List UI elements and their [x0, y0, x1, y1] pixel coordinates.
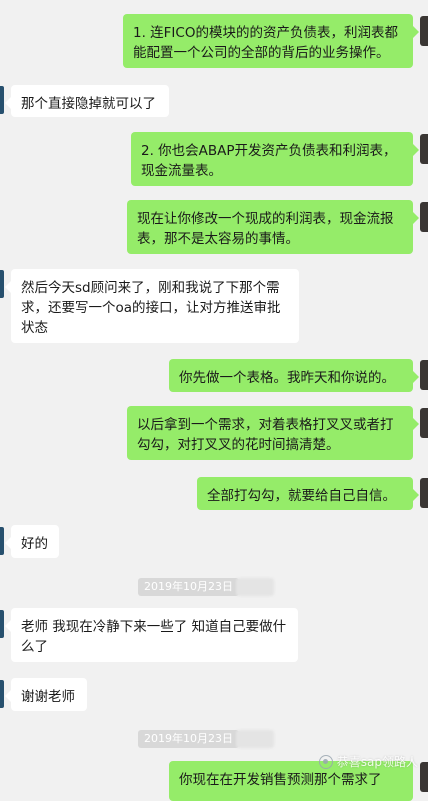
avatar[interactable] — [0, 680, 4, 708]
avatar[interactable] — [420, 478, 428, 508]
avatar[interactable] — [420, 16, 428, 46]
message-bubble-sent[interactable]: 你先做一个表格。我昨天和你说的。 — [169, 359, 419, 392]
blurred-region — [236, 730, 274, 748]
avatar[interactable] — [420, 408, 428, 438]
timestamp: 2019年10月23日 — [138, 578, 239, 596]
message-bubble-sent[interactable]: 全部打勾勾，就要给自己自信。 — [197, 477, 419, 510]
blurred-region — [236, 578, 274, 596]
watermark-label: 恭喜sap领路人 — [336, 755, 418, 769]
message-bubble-sent[interactable]: 1. 连FICO的模块的的资产负债表，利润表都能配置一个公司的全部的背后的业务操… — [123, 14, 419, 68]
avatar[interactable] — [0, 610, 4, 638]
message-bubble-received[interactable]: 然后今天sd顾问来了，刚和我说了下那个需求，还要写一个oa的接口，让对方推送审批… — [5, 269, 299, 343]
avatar[interactable] — [0, 86, 4, 114]
avatar[interactable] — [420, 202, 428, 232]
wechat-channel-icon — [318, 754, 333, 769]
message-bubble-received[interactable]: 那个直接隐掉就可以了 — [5, 85, 169, 117]
message-bubble-received[interactable]: 老师 我现在冷静下来一些了 知道自己要做什么了 — [5, 608, 298, 662]
timestamp: 2019年10月23日 — [138, 730, 239, 748]
chat-conversation[interactable]: 1. 连FICO的模块的的资产负债表，利润表都能配置一个公司的全部的背后的业务操… — [0, 0, 428, 801]
message-bubble-sent[interactable]: 现在让你修改一个现成的利润表，现金流报表，那不是太容易的事情。 — [127, 200, 419, 254]
avatar[interactable] — [0, 527, 4, 555]
avatar[interactable] — [420, 134, 428, 164]
watermark: 恭喜sap领路人 — [318, 753, 418, 770]
message-bubble-received[interactable]: 谢谢老师 — [5, 678, 87, 711]
avatar[interactable] — [0, 270, 4, 298]
message-bubble-received[interactable]: 好的 — [5, 525, 59, 558]
message-bubble-sent[interactable]: 2. 你也会ABAP开发资产负债表和利润表，现金流量表。 — [131, 132, 419, 186]
avatar[interactable] — [420, 360, 428, 390]
message-bubble-sent[interactable]: 以后拿到一个需求，对着表格打叉叉或者打勾勾，对打叉叉的花时间搞清楚。 — [127, 406, 419, 460]
